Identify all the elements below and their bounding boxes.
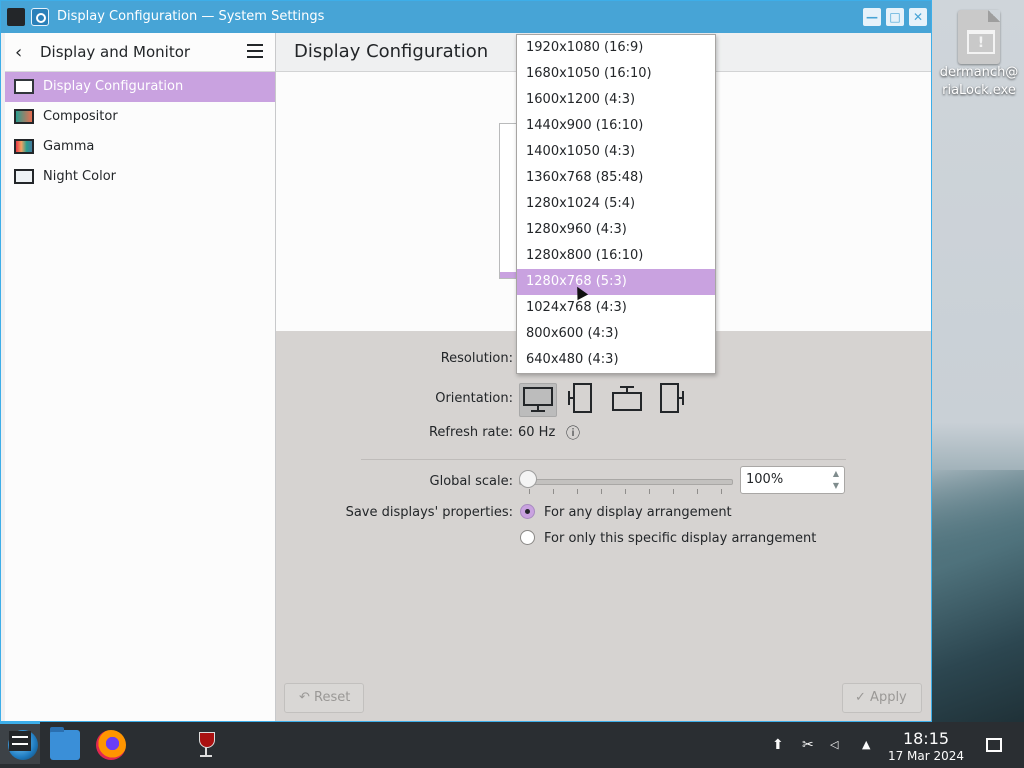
orientation-landscape-button[interactable] (519, 383, 557, 417)
spin-down-icon[interactable]: ▼ (833, 481, 839, 490)
orientation-portrait-left-button[interactable] (565, 383, 603, 417)
radio-any-arrangement[interactable] (520, 504, 535, 519)
resolution-option[interactable]: 1360x768 (85:48) (517, 165, 715, 191)
gamma-icon (14, 139, 34, 154)
section-divider (361, 459, 846, 460)
apply-button-label: Apply (870, 690, 907, 705)
firefox-icon[interactable] (96, 730, 126, 760)
desktop-file-icon[interactable]: ! dermanch@ riaLock.exe (934, 10, 1024, 100)
resolution-option[interactable]: 1400x1050 (4:3) (517, 139, 715, 165)
sidebar-item-night-color[interactable]: Night Color (5, 162, 275, 192)
executable-file-icon: ! (958, 10, 1000, 64)
resolution-option[interactable]: 1280x1024 (5:4) (517, 191, 715, 217)
resolution-option[interactable]: 1920x1080 (16:9) (517, 35, 715, 61)
monitor-icon (14, 79, 34, 94)
maximize-button[interactable]: □ (886, 8, 904, 26)
global-scale-label: Global scale: (429, 474, 513, 489)
global-scale-slider[interactable] (519, 470, 733, 494)
clipboard-scissors-icon[interactable]: ✂ (802, 722, 814, 768)
resolution-option[interactable]: 1600x1200 (4:3) (517, 87, 715, 113)
digital-clock[interactable]: 18:15 17 Mar 2024 (886, 730, 966, 764)
checkmark-icon: ✓ (855, 690, 866, 705)
window-menu-icon[interactable] (7, 8, 25, 26)
resolution-label: Resolution: (440, 351, 513, 366)
system-tray-expand-icon[interactable]: ▲ (862, 722, 870, 768)
sidebar-header: ‹ Display and Monitor (5, 33, 275, 72)
system-settings-window: Display Configuration — System Settings … (0, 0, 932, 722)
resolution-option[interactable]: 1024x768 (4:3) (517, 295, 715, 321)
sidebar-item-label: Gamma (43, 139, 95, 154)
window-title: Display Configuration — System Settings (57, 9, 325, 24)
system-settings-app-icon (31, 8, 49, 26)
global-scale-value: 100% (746, 472, 784, 487)
resolution-option-highlighted[interactable]: 1280x768 (5:3) (517, 269, 715, 295)
volume-icon[interactable]: ◁ (830, 722, 838, 768)
file-manager-icon[interactable] (50, 727, 80, 760)
compositor-icon (14, 109, 34, 124)
reset-button-label: Reset (314, 690, 351, 705)
back-arrow-icon[interactable]: ‹ (15, 42, 22, 63)
window-titlebar[interactable]: Display Configuration — System Settings … (1, 1, 931, 33)
show-desktop-icon[interactable] (986, 738, 1002, 752)
resolution-option[interactable]: 1280x800 (16:10) (517, 243, 715, 269)
sidebar: ‹ Display and Monitor Display Configurat… (5, 33, 276, 721)
orientation-label: Orientation: (435, 391, 513, 406)
orientation-upside-down-button[interactable] (609, 383, 647, 417)
radio-any-arrangement-label[interactable]: For any display arrangement (544, 505, 732, 520)
sidebar-item-compositor[interactable]: Compositor (5, 102, 275, 132)
save-properties-label: Save displays' properties: (345, 505, 513, 520)
resolution-option[interactable]: 1440x900 (16:10) (517, 113, 715, 139)
updates-icon[interactable]: ⬆ (772, 722, 784, 768)
resolution-option[interactable]: 1280x960 (4:3) (517, 217, 715, 243)
orientation-portrait-right-button[interactable] (655, 383, 693, 417)
sidebar-item-label: Display Configuration (43, 79, 184, 94)
hamburger-menu-icon[interactable] (247, 44, 263, 58)
clock-date: 17 Mar 2024 (887, 749, 965, 763)
spin-up-icon[interactable]: ▲ (833, 469, 839, 478)
resolution-option[interactable]: 640x480 (4:3) (517, 347, 715, 373)
info-icon[interactable]: ⓘ (566, 423, 580, 443)
radio-specific-arrangement-label[interactable]: For only this specific display arrangeme… (544, 531, 816, 546)
minimize-button[interactable]: — (863, 8, 881, 26)
global-scale-spinbox[interactable]: 100% ▲ ▼ (740, 466, 845, 494)
sidebar-item-label: Night Color (43, 169, 116, 184)
resolution-dropdown-list[interactable]: 1920x1080 (16:9) 1680x1050 (16:10) 1600x… (516, 34, 716, 374)
reset-icon: ↶ (299, 690, 310, 705)
refresh-rate-value: 60 Hz (518, 425, 556, 440)
reset-button[interactable]: ↶ Reset (284, 683, 364, 713)
desktop-file-label-1: dermanch@ (939, 65, 1019, 80)
wine-glass-icon[interactable] (192, 730, 222, 760)
clock-time: 18:15 (902, 729, 950, 748)
slider-handle[interactable] (519, 470, 537, 488)
wallpaper-mountain (924, 470, 1024, 730)
sidebar-item-gamma[interactable]: Gamma (5, 132, 275, 162)
close-button[interactable]: ✕ (909, 8, 927, 26)
sidebar-item-label: Compositor (43, 109, 118, 124)
resolution-option[interactable]: 1680x1050 (16:10) (517, 61, 715, 87)
night-color-icon (14, 169, 34, 184)
apply-button[interactable]: ✓ Apply (842, 683, 922, 713)
sidebar-item-display-configuration[interactable]: Display Configuration (5, 72, 275, 102)
resolution-option[interactable]: 800x600 (4:3) (517, 321, 715, 347)
refresh-rate-label: Refresh rate: (428, 425, 513, 440)
sidebar-title: Display and Monitor (40, 43, 191, 61)
taskbar: ⬆ ✂ ◁ ▲ 18:15 17 Mar 2024 (0, 722, 1024, 768)
desktop-file-label-2: riaLock.exe (942, 83, 1016, 98)
radio-specific-arrangement[interactable] (520, 530, 535, 545)
